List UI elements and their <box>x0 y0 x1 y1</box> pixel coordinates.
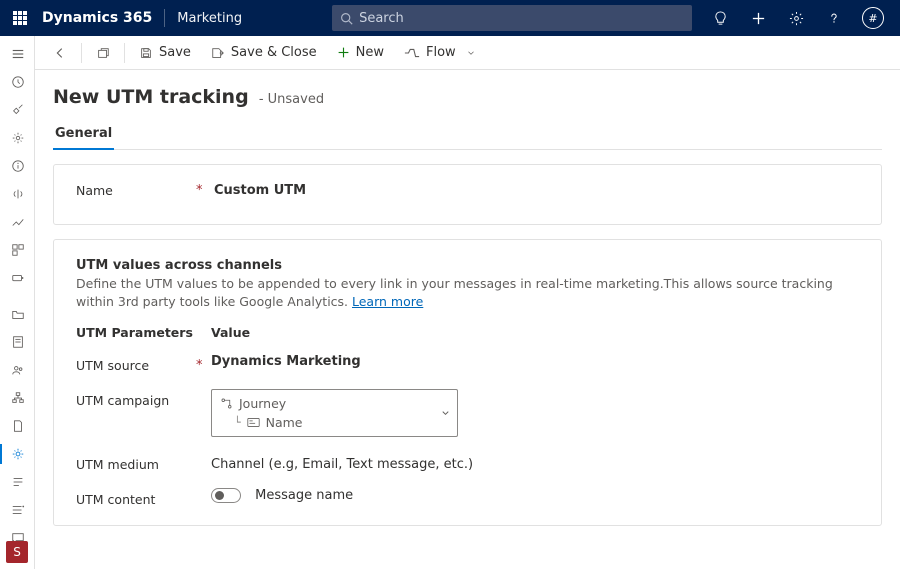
new-button[interactable]: New <box>329 39 392 67</box>
rail-antenna[interactable] <box>0 180 35 208</box>
utm-content-value: Message name <box>211 488 859 503</box>
row-utm-medium: UTM medium Channel (e.g, Email, Text mes… <box>76 453 859 472</box>
search-icon <box>340 12 353 25</box>
rail-org[interactable] <box>0 384 35 412</box>
global-search-wrap: Search <box>332 5 692 31</box>
param-table-header: UTM Parameters Value <box>76 325 859 340</box>
sidebar-rail: S <box>0 36 35 569</box>
chevron-down-icon <box>466 48 476 58</box>
rail-app-badge[interactable]: S <box>0 541 34 563</box>
save-icon <box>139 46 153 60</box>
tab-general[interactable]: General <box>53 120 114 149</box>
waffle-menu-button[interactable] <box>6 4 34 32</box>
form-tabs: General <box>53 120 882 150</box>
save-close-icon <box>211 46 225 60</box>
required-star: * <box>196 183 204 198</box>
page-title: New UTM tracking <box>53 86 249 108</box>
page-status: - Unsaved <box>259 92 324 107</box>
settings-button[interactable] <box>786 8 806 28</box>
top-bar-actions: # <box>710 7 894 29</box>
user-avatar[interactable]: # <box>862 7 884 29</box>
open-icon <box>96 46 110 60</box>
tree-elbow-icon: └ <box>234 416 241 429</box>
chevron-down-icon <box>440 408 451 419</box>
utm-source-value[interactable]: Dynamics Marketing <box>211 354 859 369</box>
content-scroll[interactable]: Name * Custom UTM UTM values across chan… <box>35 150 900 569</box>
separator <box>81 43 82 63</box>
name-field: Name * Custom UTM <box>76 183 859 198</box>
waffle-icon <box>13 11 27 25</box>
rail-recent[interactable] <box>0 68 35 96</box>
plus-icon <box>337 46 350 59</box>
rail-page[interactable] <box>0 328 35 356</box>
rail-chart[interactable] <box>0 208 35 236</box>
utm-source-label: UTM source <box>76 354 196 373</box>
app-body: S Save Save & Close New Flow New UTM tra… <box>0 36 900 569</box>
rail-info[interactable] <box>0 152 35 180</box>
rail-grid[interactable] <box>0 236 35 264</box>
insights-button[interactable] <box>710 8 730 28</box>
rail-battery[interactable] <box>0 264 35 292</box>
required-star: * <box>196 354 211 373</box>
rail-folder[interactable] <box>0 300 35 328</box>
campaign-combo[interactable]: Journey └ Name <box>211 389 458 437</box>
main-area: Save Save & Close New Flow New UTM track… <box>35 36 900 569</box>
divider <box>164 9 165 27</box>
save-close-button[interactable]: Save & Close <box>203 39 325 67</box>
add-button[interactable] <box>748 8 768 28</box>
utm-medium-value: Channel (e.g, Email, Text message, etc.) <box>211 453 859 472</box>
flow-icon <box>404 46 420 60</box>
utm-campaign-value: Journey └ Name <box>211 389 859 437</box>
name-value[interactable]: Custom UTM <box>214 183 306 198</box>
rail-members[interactable] <box>0 496 35 524</box>
help-button[interactable] <box>824 8 844 28</box>
rail-pinned[interactable] <box>0 96 35 124</box>
rail-rows[interactable] <box>0 468 35 496</box>
section-description: Define the UTM values to be appended to … <box>76 275 859 311</box>
utm-campaign-label: UTM campaign <box>76 389 196 408</box>
learn-more-link[interactable]: Learn more <box>352 294 423 309</box>
utm-content-toggle[interactable] <box>211 488 241 503</box>
rail-hamburger[interactable] <box>0 40 35 68</box>
page-header: New UTM tracking - Unsaved General <box>35 70 900 150</box>
name-card: Name * Custom UTM <box>53 164 882 225</box>
product-name[interactable]: Dynamics 365 <box>42 10 152 26</box>
module-name[interactable]: Marketing <box>177 11 242 26</box>
back-button[interactable] <box>45 39 75 67</box>
rail-utm-active[interactable] <box>0 440 35 468</box>
command-bar: Save Save & Close New Flow <box>35 36 900 70</box>
separator <box>124 43 125 63</box>
back-icon <box>53 46 67 60</box>
name-card-icon <box>247 417 260 428</box>
global-top-bar: Dynamics 365 Marketing Search # <box>0 0 900 36</box>
row-utm-source: UTM source * Dynamics Marketing <box>76 354 859 373</box>
utm-card: UTM values across channels Define the UT… <box>53 239 882 526</box>
save-button[interactable]: Save <box>131 39 199 67</box>
rail-people[interactable] <box>0 356 35 384</box>
open-new-button[interactable] <box>88 39 118 67</box>
journey-icon <box>220 397 233 410</box>
name-label: Name <box>76 183 196 198</box>
col-value: Value <box>211 325 250 340</box>
utm-content-label: UTM content <box>76 488 196 507</box>
flow-button[interactable]: Flow <box>396 39 484 67</box>
col-params: UTM Parameters <box>76 325 211 340</box>
section-title: UTM values across channels <box>76 258 859 273</box>
search-input[interactable]: Search <box>332 5 692 31</box>
utm-medium-label: UTM medium <box>76 453 196 472</box>
row-utm-content: UTM content Message name <box>76 488 859 507</box>
rail-doc[interactable] <box>0 412 35 440</box>
search-placeholder: Search <box>359 11 404 26</box>
rail-settings[interactable] <box>0 124 35 152</box>
row-utm-campaign: UTM campaign Journey └ Name <box>76 389 859 437</box>
